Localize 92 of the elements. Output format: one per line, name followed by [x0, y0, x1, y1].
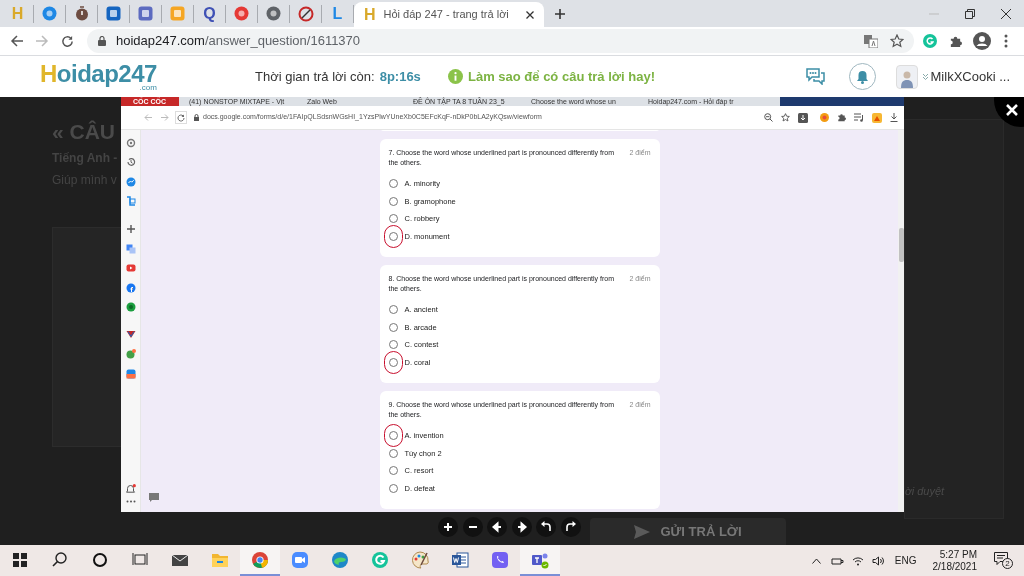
- profile-icon[interactable]: [973, 32, 991, 50]
- avatar[interactable]: [895, 64, 918, 89]
- restore-icon[interactable]: [965, 8, 975, 19]
- star-icon[interactable]: [781, 113, 790, 122]
- app-icon[interactable]: [106, 6, 121, 21]
- playlist-icon[interactable]: [854, 113, 864, 122]
- chevron-icon[interactable]: [921, 73, 929, 80]
- chat-app-icon: [491, 550, 509, 569]
- site-logo[interactable]: Hoidap247 .com: [40, 61, 157, 92]
- app-icon[interactable]: [266, 6, 281, 21]
- info-icon: [448, 69, 463, 84]
- more-icon[interactable]: [125, 500, 136, 503]
- chevron-up-icon[interactable]: [811, 557, 821, 564]
- volume-icon[interactable]: [871, 555, 885, 566]
- app-icon[interactable]: [138, 6, 153, 21]
- arrow-right-button[interactable]: [511, 517, 532, 537]
- zoom-out-icon[interactable]: [764, 113, 773, 122]
- feedback-icon[interactable]: [149, 493, 159, 502]
- app-icon[interactable]: [125, 283, 136, 293]
- browser-icon: [251, 550, 269, 569]
- lock-icon: [194, 114, 199, 121]
- reload-icon: [177, 113, 185, 122]
- timer-label: Thời gian trả lời còn:: [255, 67, 375, 86]
- circle-icon: [91, 550, 109, 569]
- clock[interactable]: 5:27 PM 2/18/2021: [932, 548, 977, 573]
- app-icon[interactable]: [125, 196, 136, 206]
- start-icon: [11, 550, 29, 569]
- scrollbar[interactable]: [898, 130, 904, 512]
- video-app-icon: [291, 550, 309, 569]
- chat-app-icon[interactable]: [125, 177, 136, 187]
- palette-icon: [411, 550, 429, 569]
- app-icon[interactable]: [234, 6, 249, 21]
- chat-icon[interactable]: [805, 68, 825, 85]
- menu-icon[interactable]: [1004, 34, 1008, 48]
- notification-count: 2: [1002, 557, 1013, 569]
- wifi-icon[interactable]: [851, 555, 864, 566]
- battery-icon[interactable]: [830, 555, 844, 566]
- back-icon[interactable]: [10, 34, 24, 48]
- language-indicator[interactable]: ENG: [894, 553, 917, 568]
- search-icon: [51, 550, 69, 569]
- user-name[interactable]: MilkXCooki ...: [930, 66, 1010, 87]
- undo-button[interactable]: [536, 517, 556, 537]
- plus-icon[interactable]: [125, 224, 136, 234]
- puzzle-icon[interactable]: [949, 34, 962, 48]
- app-icon[interactable]: [125, 329, 136, 339]
- bell-icon[interactable]: [125, 484, 136, 494]
- gear-icon[interactable]: [125, 138, 136, 148]
- ring-icon[interactable]: [297, 5, 314, 22]
- translate-icon[interactable]: [125, 244, 136, 254]
- arrow-left-icon: [491, 521, 503, 533]
- notification-center-button[interactable]: 2: [994, 551, 1012, 570]
- download-icon[interactable]: [890, 113, 898, 122]
- close-icon[interactable]: [1001, 8, 1011, 19]
- chat-app-icon[interactable]: [125, 349, 136, 359]
- browser-tab[interactable]: H Hỏi đáp 247 - trang trả lời: [354, 2, 544, 27]
- history-icon[interactable]: [125, 157, 136, 167]
- stopwatch-icon[interactable]: [74, 6, 89, 21]
- video-app-icon[interactable]: [125, 263, 136, 273]
- zoom-in-button[interactable]: [438, 517, 458, 537]
- undo-icon: [540, 521, 552, 533]
- document-app-icon: [451, 550, 469, 569]
- extension-icon[interactable]: [820, 113, 829, 122]
- lock-icon: [98, 36, 106, 46]
- app-icon[interactable]: [125, 369, 136, 379]
- star-icon[interactable]: [890, 34, 904, 48]
- app-icon[interactable]: [125, 302, 136, 312]
- message-icon: [994, 551, 1008, 565]
- timer-value: 8p:16s: [379, 67, 421, 86]
- address-field[interactable]: hoidap247.com/answer_question/1611370: [87, 29, 914, 53]
- close-icon[interactable]: [526, 10, 534, 19]
- zoom-out-button[interactable]: [462, 517, 483, 537]
- tab-favicon[interactable]: Q: [203, 5, 216, 22]
- extension-icon[interactable]: [923, 34, 937, 48]
- zoom-in-icon: [442, 521, 454, 533]
- redo-button[interactable]: [560, 517, 581, 537]
- url-text: hoidap247.com/answer_question/1611370: [116, 32, 361, 51]
- download-icon[interactable]: [798, 112, 808, 123]
- send-icon: [634, 524, 651, 539]
- browser-icon: [331, 550, 349, 569]
- new-tab-icon[interactable]: [554, 7, 566, 20]
- redo-icon: [564, 521, 577, 533]
- reload-icon[interactable]: [61, 34, 74, 48]
- app-icon[interactable]: [42, 6, 57, 21]
- bell-icon: [855, 69, 869, 84]
- puzzle-icon[interactable]: [837, 113, 846, 122]
- reload-button[interactable]: [175, 111, 187, 124]
- translate-icon[interactable]: [864, 34, 878, 48]
- arrow-left-button[interactable]: [487, 517, 507, 537]
- close-icon: [1006, 104, 1018, 116]
- extension-icon[interactable]: [872, 112, 882, 123]
- arrow-right-icon: [515, 521, 528, 533]
- app-icon: [371, 550, 389, 569]
